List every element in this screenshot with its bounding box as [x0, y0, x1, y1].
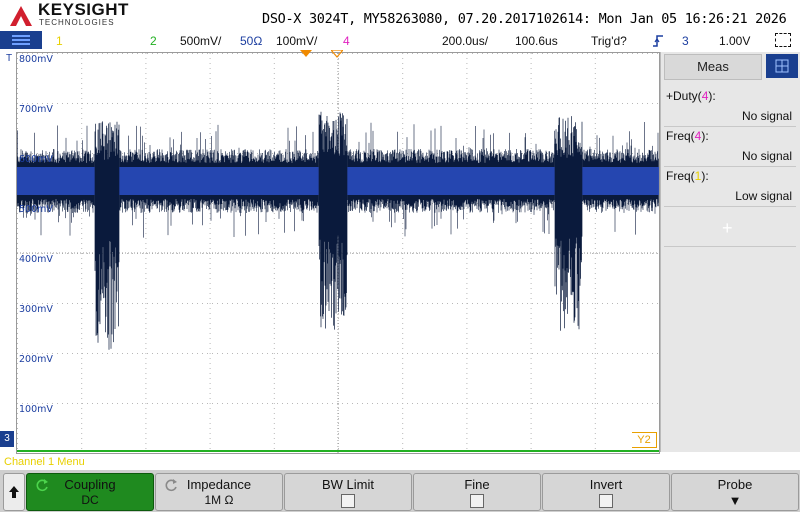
channel-3-ref-marker[interactable]: 3 [0, 431, 14, 447]
checkbox-icon [470, 494, 484, 508]
softkey-menu-title: Channel 1 Menu [4, 456, 85, 468]
softkey-value: DC [81, 493, 99, 507]
trigger-state: Trig'd? [591, 34, 627, 48]
softkey-label: Probe [717, 477, 753, 492]
y2-marker[interactable]: Y2 [632, 432, 657, 448]
softkey-label: Invert [589, 477, 623, 492]
meas-settings-tab[interactable] [766, 54, 798, 78]
rotate-knob-icon [165, 479, 177, 492]
y-axis-label: 200mV [19, 354, 53, 365]
y-axis-label: 700mV [19, 104, 53, 115]
channel-2-indicator[interactable]: 2 [150, 34, 157, 48]
y-axis-label: 500mV [19, 204, 53, 215]
meas-row-2-value: No signal [741, 149, 792, 163]
softkey-probe[interactable]: Probe ▼ [671, 473, 799, 511]
meas-row-3-label: Freq(1): [666, 169, 709, 183]
down-arrow-icon: ▼ [728, 493, 742, 508]
brand-name: KEYSIGHT [38, 0, 129, 19]
back-button[interactable] [3, 473, 25, 511]
softkey-label: Fine [464, 477, 490, 492]
delay[interactable]: 100.6us [515, 34, 558, 48]
trigger-source[interactable]: 3 [682, 34, 689, 48]
waveform-display[interactable]: 800mV 700mV 600mV 500mV 400mV 300mV 200mV 100mV… [16, 52, 660, 454]
channel-3-impedance: 50Ω [240, 34, 263, 48]
softkey-coupling[interactable]: Coupling DC [26, 473, 154, 511]
grid-icon [775, 59, 789, 73]
timebase[interactable]: 200.0us/ [442, 34, 488, 48]
softkey-invert[interactable]: Invert [542, 473, 670, 511]
trigger-edge-icon [653, 35, 663, 47]
main-menu-button[interactable] [0, 31, 42, 49]
keysight-logo-icon [10, 6, 32, 26]
meas-tab[interactable]: Meas [664, 54, 762, 80]
meas-separator [664, 166, 796, 167]
meas-row-3-value: Low signal [735, 189, 792, 203]
instrument-title: DSO-X 3024T, MY58263080, 07.20.201710261… [262, 11, 787, 27]
y-axis-label: 100mV [19, 404, 53, 415]
up-arrow-icon [9, 486, 19, 498]
channel-1-indicator[interactable]: 1 [56, 34, 63, 48]
brand-sub: TECHNOLOGIES [39, 18, 115, 27]
ground-marker[interactable]: T [6, 53, 12, 64]
meas-separator [664, 246, 796, 247]
softkey-value: 1M Ω [204, 493, 234, 507]
delay-marker-icon[interactable] [331, 50, 343, 58]
trigger-position-icon[interactable] [300, 50, 312, 58]
checkbox-icon [599, 494, 613, 508]
rotate-knob-icon [36, 479, 48, 492]
softkey-impedance[interactable]: Impedance 1M Ω [155, 473, 283, 511]
left-scale-strip [8, 52, 16, 452]
meas-row-2-label: Freq(4): [666, 129, 709, 143]
channel-4-indicator[interactable]: 4 [343, 34, 350, 48]
y-axis-label: 800mV [19, 54, 53, 65]
meas-separator [664, 206, 796, 207]
meas-row-1-value: No signal [741, 109, 792, 123]
add-measurement-button[interactable]: + [722, 218, 733, 239]
trigger-level[interactable]: 1.00V [719, 34, 750, 48]
softkey-bw-limit[interactable]: BW Limit [284, 473, 412, 511]
y-axis-label: 600mV [19, 154, 53, 165]
channel-3-scale: 100mV/ [276, 34, 318, 48]
meas-row-1-label: +Duty(4): [666, 89, 716, 103]
softkey-fine[interactable]: Fine [413, 473, 541, 511]
meas-separator [664, 126, 796, 127]
status-bar: 1 2 500mV/ 50Ω 100mV/ 4 200.0us/ 100.6us… [0, 31, 800, 51]
checkbox-icon [341, 494, 355, 508]
y-axis-label: 400mV [19, 254, 53, 265]
fullscreen-icon[interactable] [775, 33, 791, 47]
softkey-label: BW Limit [322, 477, 374, 492]
channel-2-scale: 500mV/ [180, 34, 222, 48]
y-axis-label: 300mV [19, 304, 53, 315]
waveform-trace [17, 111, 659, 350]
